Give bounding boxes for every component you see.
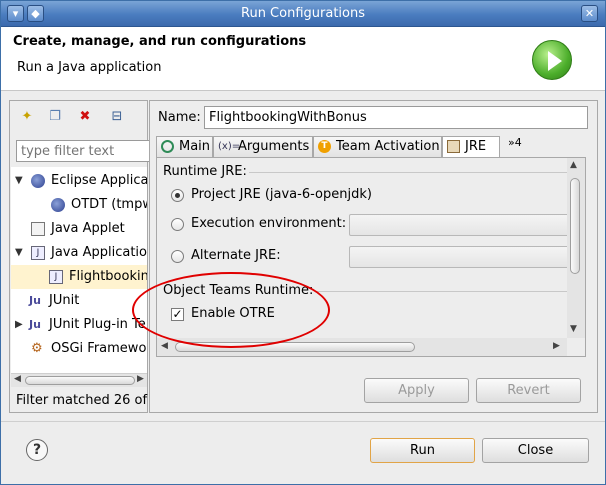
dialog-header: Create, manage, and run configurations R… [1,27,605,91]
tree-item-otdt[interactable]: OTDT (tmpw [11,193,147,217]
tree-item-osgi-framework[interactable]: ⚙ OSGi Framewo [11,337,147,361]
execution-environment-combo[interactable] [349,214,569,236]
window-title: Run Configurations [241,6,365,21]
scroll-right-icon[interactable]: ▶ [137,374,144,384]
configuration-editor-panel: Name: Main (x)= Arguments T Team Activat… [149,100,598,413]
name-field[interactable] [204,106,588,129]
eclipse-icon [51,198,65,212]
expanded-arrow-icon[interactable]: ▼ [15,241,25,265]
tree-item-flightbooking[interactable]: J Flightbookin [11,265,147,289]
scroll-thumb[interactable] [570,178,580,274]
jre-icon [447,140,460,153]
title-bar: ▾ ◆ Run Configurations ✕ [1,1,605,27]
eclipse-icon [31,174,45,188]
scroll-thumb[interactable] [25,376,135,385]
configuration-tree: ▼ Eclipse Applica OTDT (tmpw Java Applet… [11,167,147,373]
project-jre-radio[interactable] [171,189,184,202]
tree-item-java-application[interactable]: ▼ J Java Applicatio [11,241,147,265]
close-window-icon[interactable]: ✕ [581,5,598,22]
collapse-all-icon[interactable]: ⊟ [108,108,126,126]
apply-button[interactable]: Apply [364,378,469,403]
jre-tab-content: Runtime JRE: Project JRE (java-6-openjdk… [156,157,586,357]
tab-arguments[interactable]: (x)= Arguments [213,136,313,157]
collapsed-arrow-icon[interactable]: ▶ [15,313,25,337]
configuration-toolbar: ✦ ❐ ✖ ⊟ [10,101,147,133]
footer-separator [1,421,605,422]
java-app-icon: J [49,270,63,284]
tab-team-activation[interactable]: T Team Activation [313,136,442,157]
execution-environment-radio[interactable] [171,218,184,231]
osgi-icon: ⚙ [31,341,43,356]
execution-environment-label: Execution environment: [191,216,347,231]
tab-main[interactable]: Main [156,136,213,157]
tree-item-junit-plugin-test[interactable]: ▶ Ju JUnit Plug-in Te [11,313,147,337]
expanded-arrow-icon[interactable]: ▼ [15,169,25,193]
scroll-left-icon[interactable]: ◀ [161,341,168,351]
project-jre-label: Project JRE (java-6-openjdk) [191,187,372,202]
header-subtitle: Run a Java application [17,60,162,75]
header-title: Create, manage, and run configurations [13,34,307,49]
tree-item-eclipse-application[interactable]: ▼ Eclipse Applica [11,169,147,193]
close-button[interactable]: Close [482,438,589,463]
scroll-thumb[interactable] [175,342,415,352]
tab-overflow-indicator[interactable]: »4 [508,136,522,149]
configuration-list-panel: ✦ ❐ ✖ ⊟ ▼ Eclipse Applica OTDT (tmpw Jav… [9,100,156,413]
tab-jre[interactable]: JRE [442,136,500,158]
enable-otre-checkbox[interactable]: ✓ [171,308,184,321]
tab-vertical-scrollbar[interactable]: ▲ ▼ [567,158,585,338]
tree-horizontal-scrollbar[interactable]: ◀ ▶ [11,373,147,387]
junit-plugin-icon: Ju [29,318,41,331]
duplicate-configuration-icon[interactable]: ❐ [46,108,64,126]
tree-item-java-applet[interactable]: Java Applet [11,217,147,241]
run-banner-icon [532,40,572,80]
filter-input[interactable] [16,140,156,162]
tree-item-junit[interactable]: Ju JUnit [11,289,147,313]
enable-otre-label: Enable OTRE [191,306,275,321]
ot-runtime-group-label: Object Teams Runtime: [163,283,316,298]
revert-button[interactable]: Revert [476,378,581,403]
filter-status: Filter matched 26 of [16,393,148,408]
name-label: Name: [158,110,201,125]
team-activation-icon: T [318,140,331,153]
scroll-up-icon[interactable]: ▲ [570,160,577,170]
delete-configuration-icon[interactable]: ✖ [76,108,94,126]
scroll-right-icon[interactable]: ▶ [553,341,560,351]
main-tab-icon [161,140,174,153]
tab-horizontal-scrollbar[interactable]: ◀ ▶ [157,338,567,356]
applet-icon [31,222,45,236]
scroll-left-icon[interactable]: ◀ [14,374,21,384]
runtime-jre-group-label: Runtime JRE: [163,164,249,179]
scroll-down-icon[interactable]: ▼ [570,324,577,334]
java-app-icon: J [31,246,45,260]
run-button[interactable]: Run [370,438,475,463]
junit-icon: Ju [29,294,41,307]
new-configuration-icon[interactable]: ✦ [18,108,36,126]
alternate-jre-radio[interactable] [171,250,184,263]
tab-strip: Main (x)= Arguments T Team Activation JR… [156,136,586,158]
arguments-tab-icon: (x)= [218,141,241,152]
run-configurations-dialog: ▾ ◆ Run Configurations ✕ Create, manage,… [0,0,606,485]
alternate-jre-label: Alternate JRE: [191,248,281,263]
alternate-jre-combo[interactable] [349,246,569,268]
help-icon[interactable]: ? [26,439,48,461]
